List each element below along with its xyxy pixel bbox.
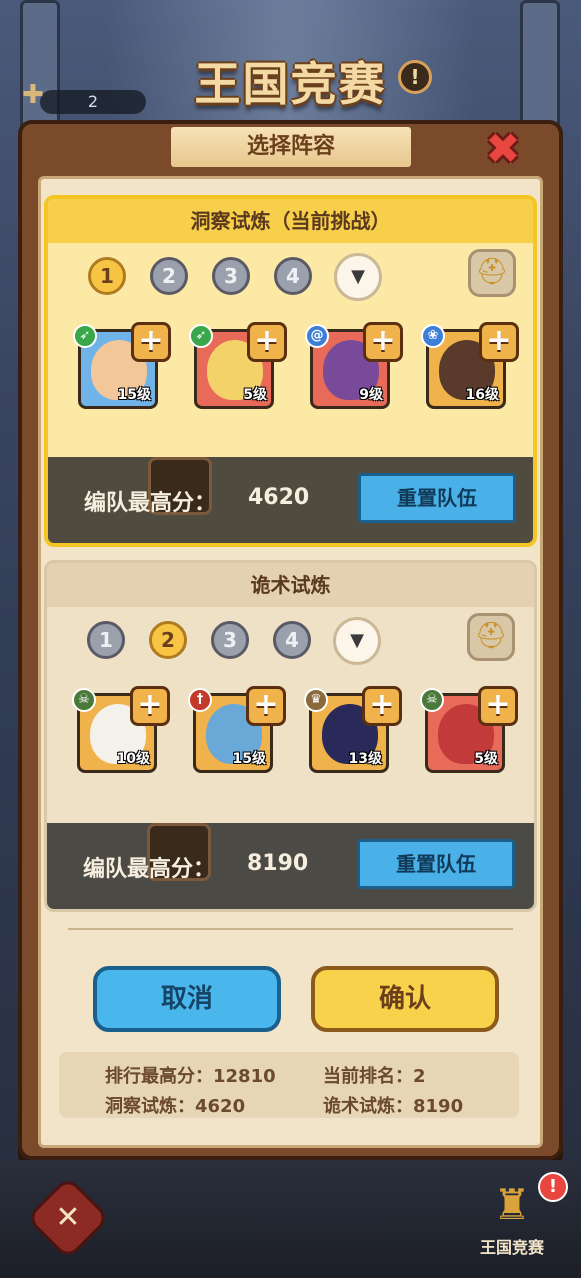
chevron-down-icon[interactable]: ▼ bbox=[334, 253, 382, 301]
bow-icon: ➶ bbox=[189, 324, 213, 348]
hero-level: 10级 bbox=[116, 751, 150, 767]
add-hero-button[interactable]: + bbox=[131, 322, 171, 362]
helmet-icon[interactable]: ⛑ bbox=[468, 249, 516, 297]
bow-icon: ➶ bbox=[73, 324, 97, 348]
hero-level: 15级 bbox=[232, 751, 266, 767]
add-hero-button[interactable]: + bbox=[246, 686, 286, 726]
skull-icon: ☠ bbox=[72, 688, 96, 712]
hero-card[interactable]: ♛ 13级 + bbox=[304, 686, 402, 773]
slot-button-2[interactable]: 2 bbox=[150, 257, 188, 295]
close-button[interactable]: ✖ bbox=[480, 128, 526, 170]
info-icon[interactable]: ! bbox=[398, 60, 432, 94]
score-value: 8190 bbox=[247, 851, 309, 876]
hero-card[interactable]: ❀ 16级 + bbox=[421, 322, 519, 409]
current-rank: 当前排名：2 bbox=[323, 1066, 426, 1087]
slot-button-1[interactable]: 1 bbox=[88, 257, 126, 295]
confirm-button[interactable]: 确认 bbox=[311, 966, 499, 1032]
reset-team-button[interactable]: 重置队伍 bbox=[358, 473, 516, 523]
sword-icon: † bbox=[188, 688, 212, 712]
hero-level: 5级 bbox=[474, 751, 498, 767]
team-score-bar: 编队最高分： 4620 重置队伍 bbox=[48, 457, 533, 543]
hero-card[interactable]: ➶ 5级 + bbox=[189, 322, 287, 409]
slot-button-3[interactable]: 3 bbox=[212, 257, 250, 295]
nav-label-kingdom-contest[interactable]: 王国竞赛 bbox=[470, 1234, 554, 1258]
paw-icon: ❀ bbox=[421, 324, 445, 348]
skull-icon: ☠ bbox=[420, 688, 444, 712]
spiral-icon: @ bbox=[305, 324, 329, 348]
alert-badge: ! bbox=[538, 1172, 568, 1202]
slot-button-4[interactable]: 4 bbox=[273, 621, 311, 659]
crown-icon: ♛ bbox=[304, 688, 328, 712]
score-summary: 排行最高分：12810 当前排名：2 洞察试炼：4620 诡术试炼：8190 bbox=[59, 1052, 519, 1118]
add-hero-button[interactable]: + bbox=[130, 686, 170, 726]
slot-button-3[interactable]: 3 bbox=[211, 621, 249, 659]
slot-button-4[interactable]: 4 bbox=[274, 257, 312, 295]
team-name: 诡术试炼 bbox=[47, 563, 534, 607]
add-hero-button[interactable]: + bbox=[363, 322, 403, 362]
add-hero-button[interactable]: + bbox=[479, 322, 519, 362]
page-title: 王国竞赛 bbox=[194, 57, 387, 111]
team-panel-trick[interactable]: 诡术试炼 1 2 3 4 ▼ ⛑ ☠ 10级 + † 15级 + ♛ 13级 +… bbox=[44, 560, 537, 912]
dialog-title: 选择阵容 bbox=[168, 124, 414, 170]
score-label: 编队最高分： bbox=[83, 857, 216, 882]
slot-button-1[interactable]: 1 bbox=[87, 621, 125, 659]
hero-level: 16级 bbox=[465, 387, 499, 403]
hero-level: 13级 bbox=[348, 751, 382, 767]
trophy-icon[interactable]: ♜ bbox=[484, 1180, 540, 1230]
rank-high-score: 排行最高分：12810 bbox=[105, 1066, 276, 1087]
hero-card[interactable]: † 15级 + bbox=[188, 686, 286, 773]
chevron-down-icon[interactable]: ▼ bbox=[333, 617, 381, 665]
team-name: 洞察试炼（当前挑战） bbox=[48, 199, 533, 243]
add-hero-button[interactable]: + bbox=[247, 322, 287, 362]
add-hero-button[interactable]: + bbox=[478, 686, 518, 726]
hero-card[interactable]: ➶ 15级 + bbox=[73, 322, 171, 409]
trick-trial-score: 诡术试炼：8190 bbox=[323, 1096, 464, 1117]
add-hero-button[interactable]: + bbox=[362, 686, 402, 726]
score-value: 4620 bbox=[248, 485, 310, 510]
hero-card[interactable]: ☠ 10级 + bbox=[72, 686, 170, 773]
cancel-button[interactable]: 取消 bbox=[93, 966, 281, 1032]
hero-card[interactable]: @ 9级 + bbox=[305, 322, 403, 409]
reset-team-button[interactable]: 重置队伍 bbox=[357, 839, 515, 889]
team-slot-row: 1 2 3 4 ▼ bbox=[88, 253, 528, 301]
insight-trial-score: 洞察试炼：4620 bbox=[105, 1096, 246, 1117]
hero-level: 5级 bbox=[243, 387, 267, 403]
team-panel-insight[interactable]: 洞察试炼（当前挑战） 1 2 3 4 ▼ ⛑ ➶ 15级 + ➶ 5级 + @ … bbox=[44, 195, 537, 547]
score-label: 编队最高分： bbox=[84, 491, 217, 516]
team-slot-row: 1 2 3 4 ▼ bbox=[87, 617, 527, 665]
hero-level: 9级 bbox=[359, 387, 383, 403]
divider bbox=[68, 928, 513, 930]
hero-level: 15级 bbox=[117, 387, 151, 403]
crossed-swords-icon: ✕ bbox=[55, 1200, 81, 1235]
slot-button-2[interactable]: 2 bbox=[149, 621, 187, 659]
helmet-icon[interactable]: ⛑ bbox=[467, 613, 515, 661]
team-score-bar: 编队最高分： 8190 重置队伍 bbox=[47, 823, 534, 909]
hero-card[interactable]: ☠ 5级 + bbox=[420, 686, 518, 773]
